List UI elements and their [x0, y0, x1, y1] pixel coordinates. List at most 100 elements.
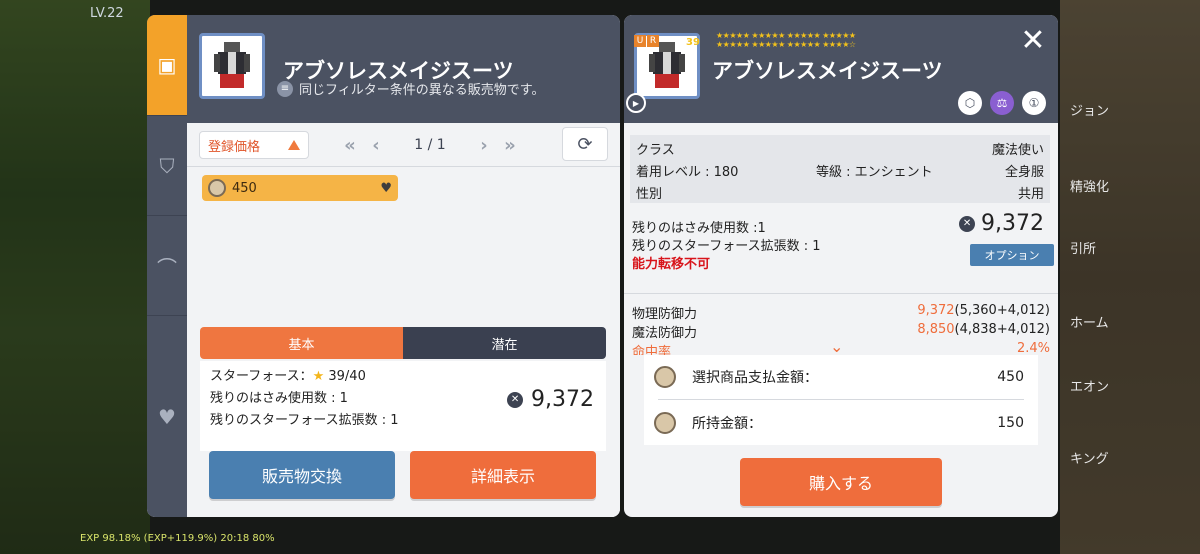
heart-icon: ♥ — [158, 405, 176, 429]
starforce-expand-count: 残りのスターフォース拡張数 : 1 — [632, 239, 821, 254]
stat-number: 8,850 — [917, 322, 955, 337]
combat-power-value: 9,372 — [981, 211, 1044, 236]
first-page-icon[interactable]: « — [337, 135, 363, 156]
last-page-icon[interactable]: » — [497, 135, 523, 156]
meso-coin-icon — [654, 412, 676, 434]
prev-page-icon[interactable]: ‹ — [363, 135, 389, 156]
combat-power-icon: ✕ — [507, 391, 524, 408]
subtitle-text: 同じフィルター条件の異なる販売物です。 — [299, 83, 545, 98]
starforce-stars: ★★★★★ ★★★★★ ★★★★★ ★★★★★ ★★★★★ ★★★★★ ★★★★★… — [716, 31, 856, 49]
stat-name: 命中率 — [632, 345, 672, 355]
info-number-icon[interactable]: ① — [1022, 91, 1046, 115]
rarity-letter: U — [634, 35, 646, 47]
combat-power: ✕ 9,372 — [507, 387, 594, 412]
buy-button[interactable]: 購入する — [740, 458, 942, 506]
stat-name: 物理防御力 — [632, 307, 698, 322]
tab-armor[interactable]: ⛉ — [147, 115, 187, 216]
item-slot: 全身服 — [1004, 165, 1044, 180]
combat-power-value: 9,372 — [531, 387, 594, 412]
balance-row: 所持金額： 150 — [644, 401, 1038, 445]
scissors-count: 残りのはさみ使用数 : 1 — [210, 391, 348, 406]
heart-icon[interactable]: ♥ — [380, 181, 392, 196]
detail-body: クラス 魔法使い 着用レベル : 180 等級 : エンシェント 全身服 性別 … — [624, 123, 1058, 355]
compare-scale-icon[interactable]: ⚖ — [990, 91, 1014, 115]
side-menu-label[interactable]: ジョン — [1070, 100, 1109, 119]
next-page-icon[interactable]: › — [471, 135, 497, 156]
helmet-icon: ⛉ — [159, 154, 175, 178]
page-indicator: 1 / 1 — [414, 137, 446, 153]
pay-value: 450 — [997, 369, 1024, 385]
player-level: LV.22 — [90, 6, 124, 21]
meso-coin-icon — [654, 366, 676, 388]
divider — [624, 293, 1058, 294]
item-name: アブソレスメイジスーツ — [712, 59, 943, 83]
listing-price: 450 — [232, 180, 257, 196]
sort-ascending-icon — [288, 140, 300, 150]
listing-panel: ▣ ⛉ ⌒ ♥ アブソレスメイジスーツ ≡ 同じフィルター条件の異なる販売物です… — [147, 15, 620, 517]
scissors-count: 残りのはさみ使用数 :1 — [632, 221, 766, 236]
star-icon: ★ — [312, 369, 325, 384]
combat-power-icon: ✕ — [959, 215, 976, 232]
item-detail-panel: U R 39 ▶ ★★★★★ ★★★★★ ★★★★★ ★★★★★ ★★★★★ ★★… — [624, 15, 1058, 517]
item-grade: 等級 : エンシェント — [816, 165, 933, 180]
starforce-value: 39/40 — [328, 369, 366, 384]
own-value: 150 — [997, 415, 1024, 431]
item-base-info: クラス 魔法使い 着用レベル : 180 等級 : エンシェント 全身服 性別 … — [630, 135, 1050, 203]
pagination: « ‹ 1 / 1 › » — [337, 131, 523, 159]
gender-value: 共用 — [1017, 187, 1044, 202]
payment-summary: 選択商品支払金額： 450 所持金額： 150 — [644, 355, 1038, 445]
share-icon[interactable]: ⬡ — [958, 91, 982, 115]
stat-detail: (4,838+4,012) — [954, 322, 1050, 337]
tab-favorites[interactable]: ♥ — [147, 315, 187, 517]
gender-label: 性別 — [636, 187, 663, 202]
meso-coin-icon — [208, 179, 226, 197]
refresh-button[interactable]: ⟳ — [562, 127, 608, 161]
side-menu-label[interactable]: 精強化 — [1070, 176, 1109, 195]
stat-name: 魔法防御力 — [632, 326, 698, 341]
chart-icon: ▣ — [157, 53, 177, 77]
detail-header: U R 39 ▶ ★★★★★ ★★★★★ ★★★★★ ★★★★★ ★★★★★ ★★… — [624, 15, 1058, 123]
side-menu-label[interactable]: キング — [1070, 448, 1109, 467]
subtitle: ≡ 同じフィルター条件の異なる販売物です。 — [277, 79, 544, 98]
divider — [658, 399, 1024, 400]
payment-row: 選択商品支払金額： 450 — [644, 355, 1038, 399]
rarity-letter: R — [647, 35, 659, 47]
pay-label: 選択商品支払金額： — [692, 370, 818, 386]
detail-tabs: 基本 潜在 — [200, 327, 606, 359]
option-button[interactable]: オプション — [970, 244, 1054, 266]
tab-hanger[interactable]: ⌒ — [147, 215, 187, 316]
star-count: 39 — [686, 37, 700, 48]
status-bar: EXP 98.18% (EXP+119.9%) 20:18 80% — [80, 533, 275, 544]
starforce-label: スターフォース： — [210, 369, 313, 384]
side-menu-label[interactable]: ホーム — [1070, 312, 1109, 331]
side-menu-label[interactable]: 引所 — [1070, 238, 1096, 257]
tab-basic[interactable]: 基本 — [200, 327, 403, 359]
robe-icon — [214, 42, 250, 88]
detail-button[interactable]: 詳細表示 — [410, 451, 596, 499]
divider — [187, 166, 620, 167]
sort-dropdown[interactable]: 登録価格 — [199, 131, 309, 159]
play-icon[interactable]: ▶ — [626, 93, 646, 113]
tab-chart[interactable]: ▣ — [147, 15, 187, 115]
stat-number: 9,372 — [917, 303, 955, 318]
hanger-icon: ⌒ — [157, 255, 177, 280]
no-transfer-notice: 能力転移不可 — [632, 257, 711, 272]
chevron-down-icon[interactable]: ⌄ — [830, 337, 843, 356]
stat-value: 9,372(5,360+4,012) — [917, 303, 1050, 318]
class-value: 魔法使い — [991, 143, 1044, 158]
combat-power: ✕ 9,372 — [959, 211, 1044, 236]
list-item[interactable]: 450 ♥ — [202, 175, 398, 201]
item-info-box: スターフォース：★ 39/40 残りのはさみ使用数 : 1 残りのスターフォース… — [200, 361, 606, 451]
listing-header: アブソレスメイジスーツ ≡ 同じフィルター条件の異なる販売物です。 — [187, 15, 620, 123]
close-icon[interactable]: ✕ — [1016, 23, 1050, 58]
listing-body: 登録価格 « ‹ 1 / 1 › » ⟳ 450 ♥ 基本 潜在 スターフォース… — [187, 123, 620, 517]
item-thumbnail[interactable] — [199, 33, 265, 99]
starforce-expand-count: 残りのスターフォース拡張数 : 1 — [210, 413, 399, 428]
exchange-button[interactable]: 販売物交換 — [209, 451, 395, 499]
side-menu-label[interactable]: エオン — [1070, 376, 1109, 395]
side-tab-bar: ▣ ⛉ ⌒ ♥ — [147, 15, 187, 517]
rarity-badge: U R — [634, 35, 659, 47]
tab-potential[interactable]: 潜在 — [403, 327, 606, 359]
required-level: 着用レベル : 180 — [636, 165, 739, 180]
sort-label: 登録価格 — [208, 139, 261, 155]
